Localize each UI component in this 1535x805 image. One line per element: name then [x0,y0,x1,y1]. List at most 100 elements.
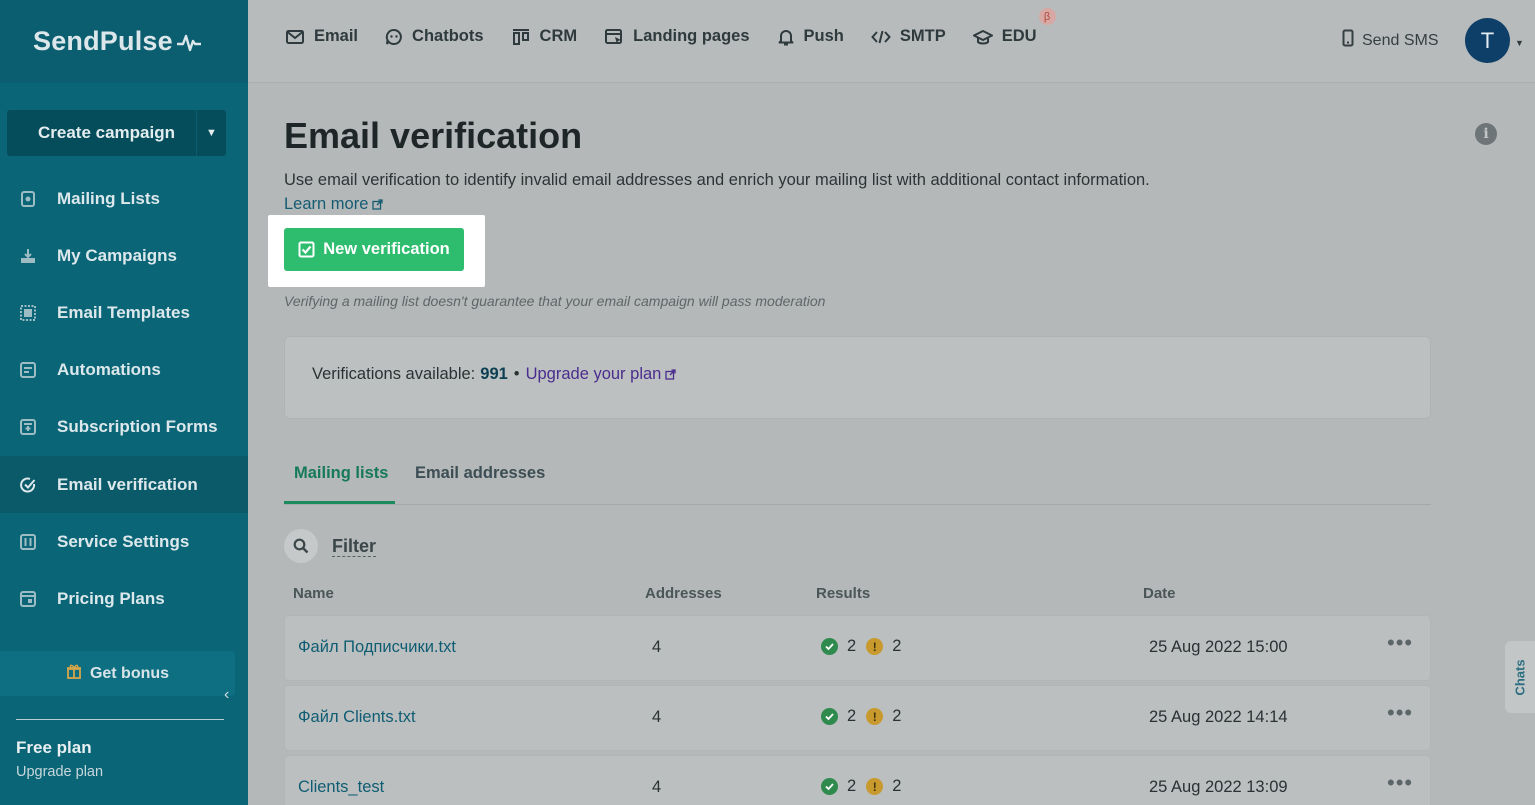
table-row: Файл Clients.txt 4 2 ! 2 25 Aug 2022 14:… [284,685,1431,751]
tab-mailing-lists[interactable]: Mailing lists [294,464,388,483]
forms-icon [17,416,39,438]
verifications-available: Verifications available: 991 • Upgrade y… [312,365,676,384]
sidebar-item-email-verification[interactable]: Email verification [0,455,248,514]
list-name-link[interactable]: Файл Подписчики.txt [298,638,456,657]
topnav-label: Push [803,27,844,45]
phone-icon [1342,29,1354,52]
sidebar-item-label: Mailing Lists [57,188,160,208]
more-options-icon[interactable]: ••• [1387,770,1413,796]
topnav-label: Chatbots [412,27,484,45]
valid-count: 2 [847,637,857,655]
sidebar-item-email-templates[interactable]: Email Templates [0,284,248,341]
info-icon[interactable]: i [1475,123,1497,145]
get-bonus-button[interactable]: Get bonus [0,651,235,696]
envelope-icon [285,29,305,45]
sidebar-item-pricing-plans[interactable]: Pricing Plans [0,570,248,627]
chatbot-icon [385,28,403,46]
table-row: Clients_test 4 2 ! 2 25 Aug 2022 13:09 •… [284,755,1431,805]
list-name-link[interactable]: Файл Clients.txt [298,708,416,727]
separator: • [513,365,520,383]
upgrade-link-label: Upgrade your plan [525,365,662,383]
topnav-push[interactable]: Push [777,27,844,46]
sidebar-item-label: Email Templates [57,302,190,322]
results: 2 ! 2 [821,777,911,796]
sidebar: SendPulse Create campaign ▼ Mailing List… [0,0,248,805]
results: 2 ! 2 [821,707,911,726]
address-count: 4 [652,708,662,726]
checkbox-checked-icon [298,241,315,258]
learn-more-link[interactable]: Learn more [284,195,384,214]
create-campaign-label: Create campaign [38,123,175,142]
landing-icon [604,28,624,46]
moderation-note: Verifying a mailing list doesn't guarant… [284,293,826,309]
external-link-icon [372,199,384,210]
sidebar-item-label: Pricing Plans [57,588,165,608]
chevron-down-icon[interactable]: ▼ [196,110,226,156]
valid-count: 2 [847,777,857,795]
topnav-email[interactable]: Email [285,27,358,46]
campaigns-icon [17,245,39,267]
top-nav: Email Chatbots CRM Landing pages Push SM… [285,8,1064,46]
sidebar-item-label: Email verification [57,474,198,494]
avatar[interactable]: T [1465,18,1510,63]
column-results: Results [816,585,871,602]
date: 25 Aug 2022 14:14 [1149,708,1288,726]
sidebar-item-label: Subscription Forms [57,417,218,437]
plan-title: Free plan [16,738,92,757]
chevron-down-icon[interactable]: ▼ [1515,38,1524,48]
learn-more-label: Learn more [284,195,369,213]
sidebar-item-subscription-forms[interactable]: Subscription Forms [0,399,248,456]
sidebar-item-mailing-lists[interactable]: Mailing Lists [0,170,248,227]
sidebar-item-my-campaigns[interactable]: My Campaigns [0,227,248,284]
sidebar-item-automations[interactable]: Automations [0,342,248,399]
address-count: 4 [652,638,662,656]
send-sms-button[interactable]: Send SMS [1342,29,1438,52]
page-description: Use email verification to identify inval… [284,171,1150,189]
send-sms-label: Send SMS [1362,31,1439,49]
sendpulse-logo[interactable]: SendPulse [33,26,202,57]
create-campaign-button[interactable]: Create campaign ▼ [7,110,226,156]
column-date: Date [1143,585,1176,602]
filter-label[interactable]: Filter [332,536,377,557]
topnav-edu[interactable]: EDU β [972,8,1056,46]
sidebar-item-label: Service Settings [57,531,190,551]
topnav-label: CRM [539,27,578,45]
topnav-smtp[interactable]: SMTP [871,27,946,46]
warning-icon: ! [866,638,884,655]
list-name-link[interactable]: Clients_test [298,778,384,797]
chats-tab[interactable]: Chats [1505,641,1535,713]
page-title: Email verification [284,115,583,156]
sidebar-item-service-settings[interactable]: Service Settings [0,513,248,570]
available-label: Verifications available: [312,365,476,383]
upgrade-plan-link[interactable]: Upgrade your plan [526,365,677,384]
topnav-crm[interactable]: CRM [511,27,578,46]
new-verification-button[interactable]: New verification [284,228,464,271]
top-bar: Email Chatbots CRM Landing pages Push SM… [248,0,1535,83]
collapse-sidebar-icon[interactable]: ‹ [224,686,229,704]
code-icon [871,29,891,45]
warning-icon: ! [866,708,884,725]
pulse-icon [176,34,201,51]
results: 2 ! 2 [821,637,911,656]
new-verification-label: New verification [323,240,450,258]
tab-email-addresses[interactable]: Email addresses [415,464,545,483]
templates-icon [17,302,39,324]
active-tab-indicator [284,501,395,504]
more-options-icon[interactable]: ••• [1387,700,1413,726]
verifications-available-panel: Verifications available: 991 • Upgrade y… [284,336,1431,419]
verification-check-icon [17,474,39,496]
topnav-landing-pages[interactable]: Landing pages [604,27,750,46]
pricing-icon [17,588,39,610]
beta-badge: β [1038,8,1056,25]
topnav-label: Landing pages [633,27,750,45]
filter-toggle[interactable]: Filter [284,529,377,563]
main-content: Email verification i Use email verificat… [248,83,1535,805]
search-icon[interactable] [284,529,318,563]
topnav-chatbots[interactable]: Chatbots [385,27,484,46]
sidebar-divider [16,719,224,720]
gift-icon [66,663,82,684]
topnav-label: EDU [1001,27,1037,45]
more-options-icon[interactable]: ••• [1387,630,1413,656]
logo-text: SendPulse [33,26,173,56]
upgrade-plan-link[interactable]: Upgrade plan [16,764,103,780]
